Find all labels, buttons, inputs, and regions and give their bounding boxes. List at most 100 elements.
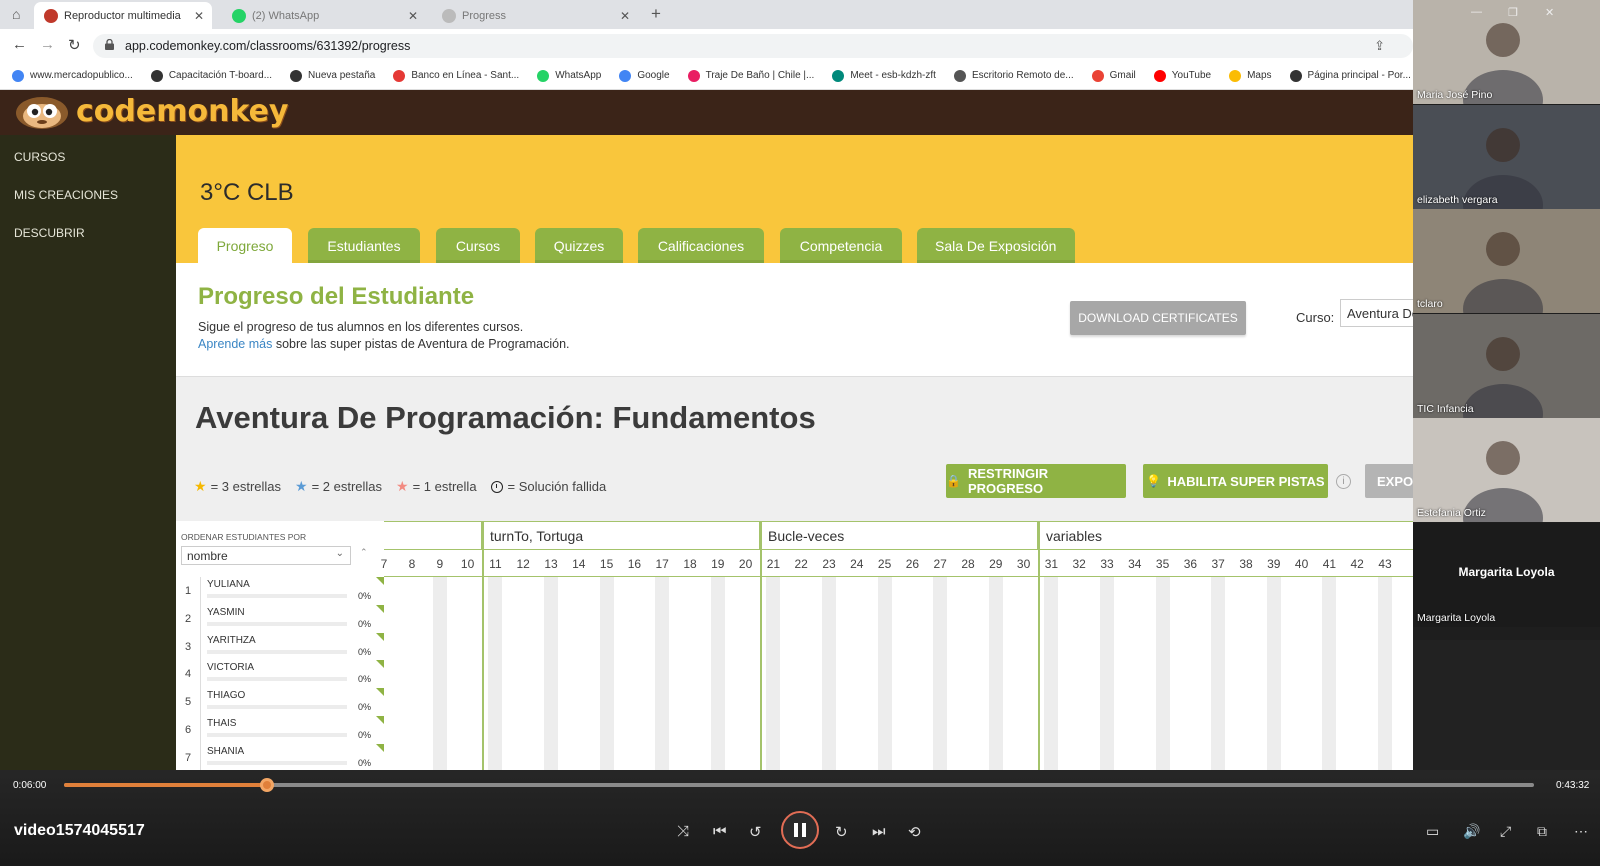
student-row[interactable]: 4 VICTORIA 0% — [176, 660, 384, 689]
tab-quizzes[interactable]: Quizzes — [535, 228, 623, 263]
export-button[interactable]: EXPORTAR — [1365, 464, 1413, 498]
repeat-off-icon[interactable]: ⟲ — [908, 823, 921, 841]
level-number[interactable]: 40 — [1288, 557, 1316, 571]
bookmark-item[interactable]: Maps — [1229, 69, 1272, 82]
student-row[interactable]: 3 YARITHZA 0% — [176, 632, 384, 661]
new-tab-icon[interactable]: + — [651, 4, 661, 24]
level-number[interactable]: 19 — [704, 557, 732, 571]
level-number[interactable]: 15 — [593, 557, 621, 571]
level-number[interactable]: 22 — [787, 557, 815, 571]
sidebar-item-mis-creaciones[interactable]: MIS CREACIONES — [14, 188, 118, 202]
level-number[interactable]: 9 — [426, 557, 454, 571]
bookmark-item[interactable]: WhatsApp — [537, 69, 601, 82]
tab-progreso[interactable]: Progreso — [198, 228, 292, 263]
participant-tile[interactable]: Margarita Loyola Margarita Loyola — [1413, 522, 1600, 627]
level-number[interactable]: 43 — [1371, 557, 1399, 571]
level-number[interactable]: 11 — [481, 557, 509, 571]
level-number[interactable]: 23 — [815, 557, 843, 571]
level-number[interactable]: 13 — [537, 557, 565, 571]
rewind-10-icon[interactable]: ↺ — [749, 823, 762, 841]
bookmark-item[interactable]: Capacitación T-board... — [150, 69, 272, 82]
student-row[interactable]: 1 YULIANA 0% — [176, 577, 384, 605]
level-number[interactable]: 21 — [759, 557, 787, 571]
monkey-logo-icon[interactable] — [12, 94, 72, 130]
restore-icon[interactable]: ❐ — [1508, 6, 1518, 19]
bookmark-item[interactable]: Banco en Línea - Sant... — [393, 69, 519, 82]
level-number[interactable]: 41 — [1315, 557, 1343, 571]
level-number[interactable]: 38 — [1232, 557, 1260, 571]
level-number[interactable]: 36 — [1176, 557, 1204, 571]
tab-whatsapp[interactable]: (2) WhatsApp ✕ — [222, 2, 426, 29]
learn-more-link[interactable]: Aprende más — [198, 337, 272, 351]
sort-select[interactable]: nombre ⌄ — [181, 546, 351, 565]
student-row[interactable]: 7 SHANIA 0% — [176, 743, 384, 770]
shuffle-icon[interactable]: ⤨ — [677, 823, 689, 840]
tab-progress[interactable]: Progress ✕ — [432, 2, 638, 29]
previous-icon[interactable]: ⏮ — [713, 823, 727, 840]
seek-handle[interactable] — [259, 778, 274, 792]
level-number[interactable]: 18 — [676, 557, 704, 571]
info-icon[interactable]: i — [1336, 474, 1351, 489]
course-select[interactable]: Aventura De Programación — [1340, 299, 1413, 327]
level-number[interactable]: 33 — [1093, 557, 1121, 571]
level-number[interactable]: 17 — [648, 557, 676, 571]
level-number[interactable]: 26 — [898, 557, 926, 571]
level-number[interactable]: 32 — [1065, 557, 1093, 571]
close-tab-icon[interactable]: ✕ — [620, 9, 630, 23]
level-number[interactable]: 31 — [1037, 557, 1065, 571]
url-input[interactable]: app.codemonkey.com/classrooms/631392/pro… — [93, 34, 1413, 58]
sort-direction-icon[interactable]: ⌃ — [360, 547, 368, 558]
home-icon[interactable]: ⌂ — [12, 6, 28, 22]
student-row[interactable]: 5 THIAGO 0% — [176, 688, 384, 717]
next-icon[interactable]: ⏭ — [872, 823, 886, 840]
forward-arrow-icon[interactable]: → — [40, 36, 55, 53]
bookmark-item[interactable]: Nueva pestaña — [290, 69, 375, 82]
level-number[interactable]: 12 — [509, 557, 537, 571]
level-number[interactable]: 29 — [982, 557, 1010, 571]
reload-icon[interactable]: ↻ — [68, 36, 81, 54]
enable-super-hints-button[interactable]: 💡 HABILITA SUPER PISTAS — [1143, 464, 1328, 498]
logo-wordmark[interactable]: codemonkey — [76, 94, 289, 129]
restrict-progress-button[interactable]: 🔒 RESTRINGIR PROGRESO — [946, 464, 1126, 498]
level-number[interactable]: 10 — [454, 557, 482, 571]
sidebar-item-cursos[interactable]: CURSOS — [14, 150, 65, 164]
bookmark-item[interactable]: Google — [619, 69, 670, 82]
level-number[interactable]: 39 — [1260, 557, 1288, 571]
tab-estudiantes[interactable]: Estudiantes — [308, 228, 420, 263]
level-number[interactable]: 42 — [1343, 557, 1371, 571]
more-options-icon[interactable]: ⋯ — [1574, 823, 1588, 840]
level-number[interactable]: 34 — [1121, 557, 1149, 571]
close-window-icon[interactable]: ✕ — [1545, 6, 1554, 19]
participant-tile[interactable]: TIC Infancia — [1413, 313, 1600, 418]
download-certificates-button[interactable]: DOWNLOAD CERTIFICATES — [1070, 301, 1246, 335]
level-number[interactable]: 24 — [843, 557, 871, 571]
forward-30-icon[interactable]: ↻ — [835, 823, 848, 841]
bookmark-item[interactable]: YouTube — [1153, 69, 1211, 82]
student-row[interactable]: 6 THAIS 0% — [176, 716, 384, 744]
level-number[interactable]: 16 — [620, 557, 648, 571]
share-icon[interactable]: ⇪ — [1374, 38, 1385, 54]
tab-media-player[interactable]: Reproductor multimedia ✕ — [34, 2, 212, 29]
level-number[interactable]: 14 — [565, 557, 593, 571]
mini-player-icon[interactable]: ⧉ — [1537, 823, 1547, 840]
close-tab-icon[interactable]: ✕ — [408, 9, 418, 23]
close-tab-icon[interactable]: ✕ — [194, 9, 204, 23]
level-number[interactable]: 37 — [1204, 557, 1232, 571]
level-number[interactable]: 35 — [1149, 557, 1177, 571]
student-row[interactable]: 2 YASMIN 0% — [176, 604, 384, 633]
participant-tile[interactable]: elizabeth vergara — [1413, 104, 1600, 209]
level-number[interactable]: 30 — [1010, 557, 1038, 571]
participant-tile[interactable]: tclaro — [1413, 209, 1600, 313]
level-number[interactable]: 27 — [926, 557, 954, 571]
bookmark-item[interactable]: Página principal - Por... — [1289, 69, 1411, 82]
seek-bar[interactable] — [64, 778, 1534, 792]
level-number[interactable]: 20 — [732, 557, 760, 571]
bookmark-item[interactable]: Meet - esb-kdzh-zft — [832, 69, 936, 82]
fullscreen-icon[interactable]: ⤢ — [1500, 823, 1511, 840]
bookmark-item[interactable]: Gmail — [1091, 69, 1136, 82]
bookmark-item[interactable]: www.mercadopublico... — [12, 69, 133, 82]
tab-sala-de-exposicion[interactable]: Sala De Exposición — [917, 228, 1075, 263]
participant-tile[interactable]: Maria José Pino — [1413, 0, 1600, 104]
captions-icon[interactable]: ▭ — [1426, 823, 1439, 840]
bookmark-item[interactable]: Escritorio Remoto de... — [953, 69, 1074, 82]
